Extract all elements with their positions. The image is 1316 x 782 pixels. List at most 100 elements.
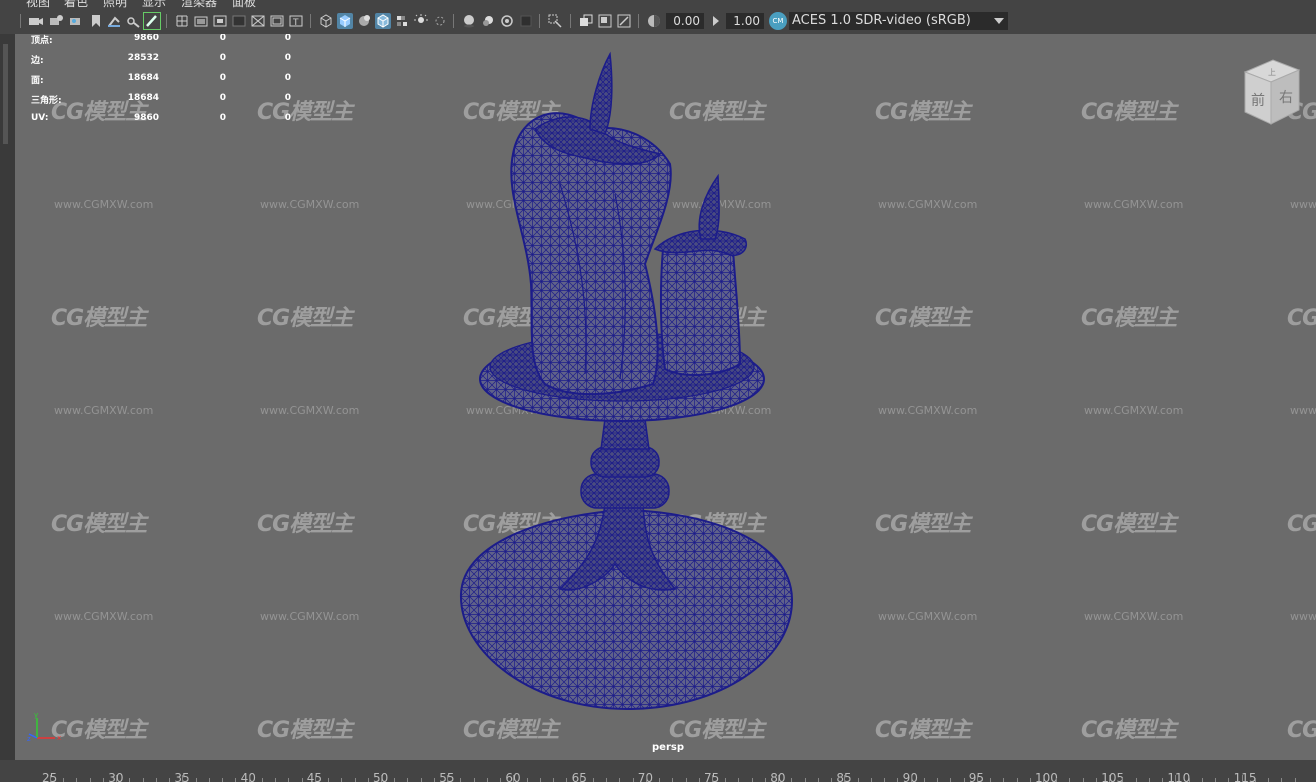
- motion-blur-icon[interactable]: [480, 13, 496, 29]
- timeline-tick: [1201, 778, 1203, 782]
- svg-text:y: y: [34, 712, 38, 719]
- timeline-tick: [381, 775, 382, 782]
- grid-icon[interactable]: [174, 13, 190, 29]
- timeline-tick: [89, 778, 91, 782]
- timeline-tick: [341, 778, 343, 782]
- timeline-tick: [831, 778, 833, 782]
- smooth-shade-icon[interactable]: [337, 13, 353, 29]
- xray-joints-icon[interactable]: [597, 13, 613, 29]
- textured-icon[interactable]: [394, 13, 410, 29]
- stat-row-vertices: 顶点: 9860 0 0: [31, 34, 291, 46]
- wireframe-on-shaded-icon[interactable]: [375, 13, 391, 29]
- camera-select-icon[interactable]: [28, 13, 44, 29]
- timeline-tick: [1215, 778, 1217, 782]
- timeline-tick: [1175, 775, 1177, 782]
- pencil-tool-icon[interactable]: [143, 12, 161, 30]
- 2d-pan-zoom-icon[interactable]: [106, 13, 122, 29]
- menu-view[interactable]: 视图: [26, 0, 50, 8]
- timeline-tick: [976, 775, 978, 782]
- menu-lighting[interactable]: 照明: [103, 0, 127, 8]
- timeline-frame-label: 100: [1035, 771, 1058, 782]
- color-space-dropdown[interactable]: ACES 1.0 SDR-video (sRGB): [789, 12, 1008, 30]
- timeline-tick: [500, 778, 502, 782]
- grease-pencil-icon[interactable]: [125, 13, 141, 29]
- resolution-gate-icon[interactable]: [212, 13, 228, 29]
- timeline-tick: [155, 778, 157, 782]
- axis-gizmo: y x z: [27, 712, 61, 742]
- timeline-tick: [672, 778, 674, 782]
- gamma-icon[interactable]: [708, 13, 724, 29]
- view-cube-right-label[interactable]: 右: [1279, 90, 1293, 106]
- depth-of-field-icon[interactable]: [518, 13, 534, 29]
- perspective-viewport[interactable]: CG模型主CG模型主CG模型主CG模型主CG模型主CG模型主CG模型主CG模型主…: [15, 34, 1316, 760]
- svg-text:T: T: [292, 18, 299, 28]
- stat-row-faces: 面: 18684 0 0: [31, 73, 291, 86]
- timeline-tick: [764, 778, 766, 782]
- time-slider[interactable]: 2530354045505560657075808590951001051101…: [0, 760, 1316, 782]
- timeline-tick: [1109, 775, 1111, 782]
- menu-renderer[interactable]: 渲染器: [181, 0, 217, 8]
- resize-handle[interactable]: [3, 44, 8, 144]
- timeline-tick: [659, 778, 661, 782]
- timeline-tick: [1135, 778, 1137, 782]
- timeline-tick: [486, 778, 488, 782]
- timeline-tick: [142, 778, 144, 782]
- exposure-icon[interactable]: [646, 13, 662, 29]
- timeline-tick: [1228, 778, 1230, 782]
- timeline-tick: [579, 775, 581, 782]
- bookmarks-icon[interactable]: [68, 13, 84, 29]
- color-space-value: ACES 1.0 SDR-video (sRGB): [792, 13, 971, 28]
- color-management-icon[interactable]: CM: [769, 12, 787, 30]
- multisample-aa-icon[interactable]: [499, 13, 515, 29]
- timeline-tick: [169, 778, 171, 782]
- gate-mask-icon[interactable]: [231, 13, 247, 29]
- lights-icon[interactable]: [413, 13, 429, 29]
- safe-title-icon[interactable]: T: [288, 13, 304, 29]
- timeline-tick: [328, 778, 330, 782]
- timeline-tick: [844, 775, 846, 782]
- view-cube-front-label[interactable]: 前: [1251, 92, 1265, 109]
- stat-row-triangles: 三角形: 18684 0 0: [31, 93, 291, 106]
- timeline-tick: [950, 778, 952, 782]
- timeline-tick: [712, 775, 713, 782]
- view-cube-top-label[interactable]: 上: [1268, 68, 1276, 77]
- field-chart-icon[interactable]: [250, 13, 266, 29]
- left-edge-strip: [0, 34, 15, 760]
- menu-shading[interactable]: 着色: [64, 0, 88, 8]
- camera-attributes-icon[interactable]: [48, 13, 64, 29]
- screen-space-ao-icon[interactable]: [461, 13, 477, 29]
- timeline-tick: [420, 778, 422, 782]
- image-plane-icon[interactable]: [88, 13, 104, 29]
- xray-icon[interactable]: [578, 13, 594, 29]
- timeline-tick: [884, 778, 886, 782]
- svg-text:z: z: [27, 735, 31, 742]
- gamma-field[interactable]: 1.00: [726, 13, 764, 29]
- view-cube[interactable]: 上 前 右: [1237, 56, 1307, 126]
- exposure-field[interactable]: 0.00: [666, 13, 704, 29]
- timeline-tick: [592, 778, 594, 782]
- timeline-tick: [645, 775, 647, 782]
- large-candle: [510, 51, 672, 396]
- timeline-tick: [553, 778, 555, 782]
- camera-name-label: persp: [652, 742, 684, 753]
- isolate-select-icon[interactable]: [547, 13, 563, 29]
- timeline-tick: [606, 778, 608, 782]
- timeline-tick: [116, 775, 118, 782]
- toolbar-separator: [20, 14, 21, 28]
- default-material-icon[interactable]: [356, 13, 372, 29]
- xray-components-icon[interactable]: [616, 13, 632, 29]
- timeline-tick: [857, 778, 859, 782]
- svg-text:x: x: [57, 734, 61, 742]
- timeline-tick: [1162, 778, 1164, 782]
- safe-action-icon[interactable]: [269, 13, 285, 29]
- toolbar-separator: [570, 14, 571, 28]
- menu-show[interactable]: 显示: [142, 0, 166, 8]
- wireframe-icon[interactable]: [318, 13, 334, 29]
- timeline-tick: [1095, 778, 1097, 782]
- timeline-tick: [473, 778, 475, 782]
- timeline-tick: [870, 778, 872, 782]
- shadows-icon[interactable]: [432, 13, 448, 29]
- menu-panels[interactable]: 面板: [232, 0, 256, 8]
- film-gate-icon[interactable]: [193, 13, 209, 29]
- candlestick-wireframe-model[interactable]: [15, 34, 1316, 760]
